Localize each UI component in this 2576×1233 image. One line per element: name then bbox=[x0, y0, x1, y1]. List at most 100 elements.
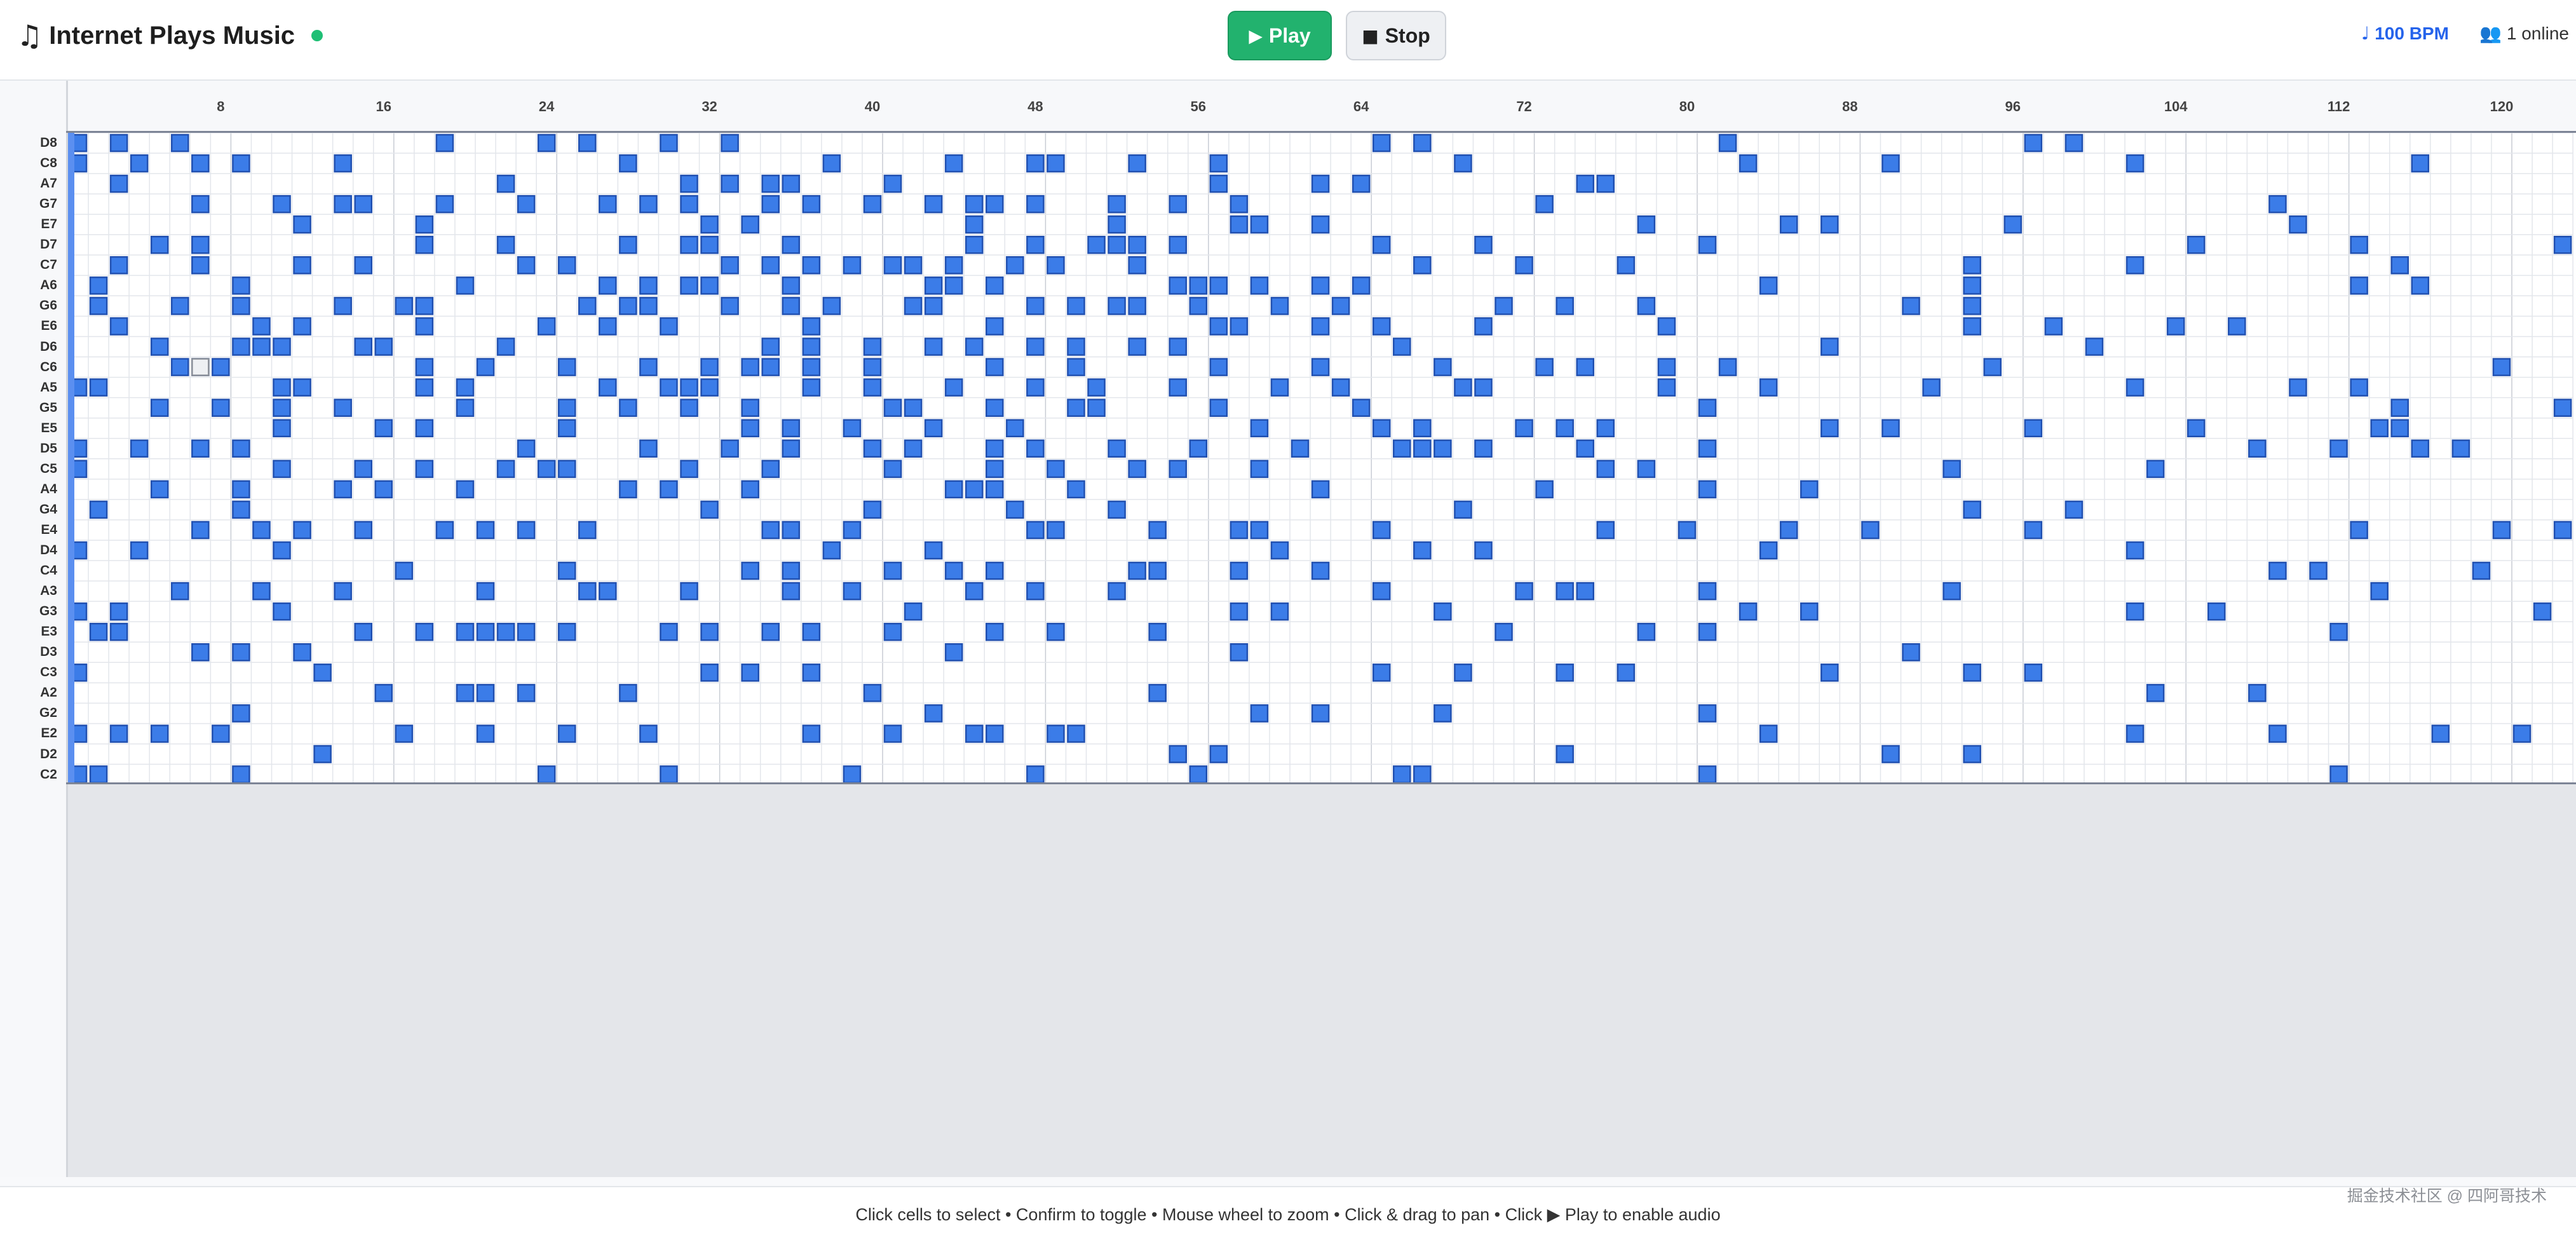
active-note-cell[interactable] bbox=[476, 622, 495, 641]
active-note-cell[interactable] bbox=[924, 337, 943, 356]
active-note-cell[interactable] bbox=[863, 684, 882, 702]
active-note-cell[interactable] bbox=[1576, 174, 1594, 193]
active-note-cell[interactable] bbox=[1250, 460, 1269, 479]
active-note-cell[interactable] bbox=[1779, 215, 1798, 234]
active-note-cell[interactable] bbox=[171, 297, 189, 315]
active-note-cell[interactable] bbox=[456, 399, 475, 417]
active-note-cell[interactable] bbox=[782, 582, 801, 601]
active-note-cell[interactable] bbox=[843, 256, 862, 275]
active-note-cell[interactable] bbox=[1230, 602, 1249, 621]
active-note-cell[interactable] bbox=[1759, 378, 1778, 397]
active-note-cell[interactable] bbox=[721, 439, 739, 458]
active-note-cell[interactable] bbox=[557, 399, 576, 417]
active-note-cell[interactable] bbox=[1189, 765, 1208, 782]
active-note-cell[interactable] bbox=[782, 276, 801, 295]
active-note-cell[interactable] bbox=[1922, 378, 1941, 397]
active-note-cell[interactable] bbox=[1861, 521, 1880, 540]
active-note-cell[interactable] bbox=[1495, 297, 1513, 315]
active-note-cell[interactable] bbox=[924, 419, 943, 438]
active-note-cell[interactable] bbox=[1820, 419, 1839, 438]
active-note-cell[interactable] bbox=[965, 215, 984, 234]
active-note-cell[interactable] bbox=[1698, 399, 1717, 417]
active-note-cell[interactable] bbox=[1311, 480, 1330, 499]
active-note-cell[interactable] bbox=[599, 194, 617, 214]
active-note-cell[interactable] bbox=[1535, 480, 1554, 499]
active-note-cell[interactable] bbox=[273, 378, 291, 397]
active-note-cell[interactable] bbox=[1963, 276, 1981, 295]
active-note-cell[interactable] bbox=[415, 317, 434, 336]
active-note-cell[interactable] bbox=[191, 236, 210, 254]
active-note-cell[interactable] bbox=[904, 399, 923, 417]
active-note-cell[interactable] bbox=[1230, 317, 1249, 336]
active-note-cell[interactable] bbox=[863, 378, 882, 397]
active-note-cell[interactable] bbox=[496, 337, 515, 356]
active-note-cell[interactable] bbox=[986, 194, 1004, 214]
active-note-cell[interactable] bbox=[252, 521, 271, 540]
active-note-cell[interactable] bbox=[1087, 236, 1106, 254]
active-note-cell[interactable] bbox=[334, 154, 352, 173]
active-note-cell[interactable] bbox=[843, 521, 862, 540]
active-note-cell[interactable] bbox=[639, 725, 658, 743]
active-note-cell[interactable] bbox=[680, 236, 698, 254]
active-note-cell[interactable] bbox=[1759, 725, 1778, 743]
active-note-cell[interactable] bbox=[1820, 215, 1839, 234]
active-note-cell[interactable] bbox=[1250, 215, 1269, 234]
active-note-cell[interactable] bbox=[680, 399, 698, 417]
active-note-cell[interactable] bbox=[761, 194, 780, 214]
active-note-cell[interactable] bbox=[1637, 297, 1656, 315]
active-note-cell[interactable] bbox=[1026, 765, 1045, 782]
active-note-cell[interactable] bbox=[191, 521, 210, 540]
active-note-cell[interactable] bbox=[1311, 317, 1330, 336]
active-note-cell[interactable] bbox=[1291, 439, 1310, 458]
active-note-cell[interactable] bbox=[761, 358, 780, 376]
active-note-cell[interactable] bbox=[1393, 337, 1411, 356]
active-note-cell[interactable] bbox=[660, 133, 678, 153]
active-note-cell[interactable] bbox=[1556, 582, 1574, 601]
active-note-cell[interactable] bbox=[680, 276, 698, 295]
active-note-cell[interactable] bbox=[1108, 236, 1126, 254]
active-note-cell[interactable] bbox=[212, 725, 230, 743]
active-note-cell[interactable] bbox=[1047, 725, 1065, 743]
active-note-cell[interactable] bbox=[517, 622, 536, 641]
active-note-cell[interactable] bbox=[822, 541, 841, 560]
active-note-cell[interactable] bbox=[944, 643, 963, 662]
active-note-cell[interactable] bbox=[1637, 622, 1656, 641]
active-note-cell[interactable] bbox=[1250, 276, 1269, 295]
active-note-cell[interactable] bbox=[2370, 419, 2389, 438]
active-note-cell[interactable] bbox=[1067, 399, 1085, 417]
active-note-cell[interactable] bbox=[89, 297, 108, 315]
active-note-cell[interactable] bbox=[1434, 439, 1452, 458]
active-note-cell[interactable] bbox=[802, 317, 821, 336]
active-note-cell[interactable] bbox=[1331, 297, 1350, 315]
selected-cell[interactable] bbox=[191, 358, 210, 376]
active-note-cell[interactable] bbox=[1108, 297, 1126, 315]
active-note-cell[interactable] bbox=[802, 725, 821, 743]
active-note-cell[interactable] bbox=[1311, 704, 1330, 723]
active-note-cell[interactable] bbox=[904, 439, 923, 458]
active-note-cell[interactable] bbox=[1495, 622, 1513, 641]
active-note-cell[interactable] bbox=[782, 174, 801, 193]
active-note-cell[interactable] bbox=[517, 439, 536, 458]
active-note-cell[interactable] bbox=[1311, 276, 1330, 295]
active-note-cell[interactable] bbox=[700, 215, 719, 234]
active-note-cell[interactable] bbox=[1270, 602, 1289, 621]
active-note-cell[interactable] bbox=[1820, 664, 1839, 682]
active-note-cell[interactable] bbox=[415, 215, 434, 234]
active-note-cell[interactable] bbox=[1209, 745, 1228, 763]
active-note-cell[interactable] bbox=[1169, 460, 1187, 479]
active-note-cell[interactable] bbox=[1128, 236, 1146, 254]
active-note-cell[interactable] bbox=[232, 337, 250, 356]
active-note-cell[interactable] bbox=[924, 276, 943, 295]
active-note-cell[interactable] bbox=[252, 317, 271, 336]
active-note-cell[interactable] bbox=[802, 256, 821, 275]
active-note-cell[interactable] bbox=[1250, 521, 1269, 540]
active-note-cell[interactable] bbox=[273, 194, 291, 214]
active-note-cell[interactable] bbox=[2350, 236, 2368, 254]
active-note-cell[interactable] bbox=[1576, 439, 1594, 458]
active-note-cell[interactable] bbox=[1230, 215, 1249, 234]
active-note-cell[interactable] bbox=[883, 460, 902, 479]
active-note-cell[interactable] bbox=[2390, 256, 2409, 275]
active-note-cell[interactable] bbox=[1087, 399, 1106, 417]
active-note-cell[interactable] bbox=[354, 521, 373, 540]
active-note-cell[interactable] bbox=[843, 582, 862, 601]
